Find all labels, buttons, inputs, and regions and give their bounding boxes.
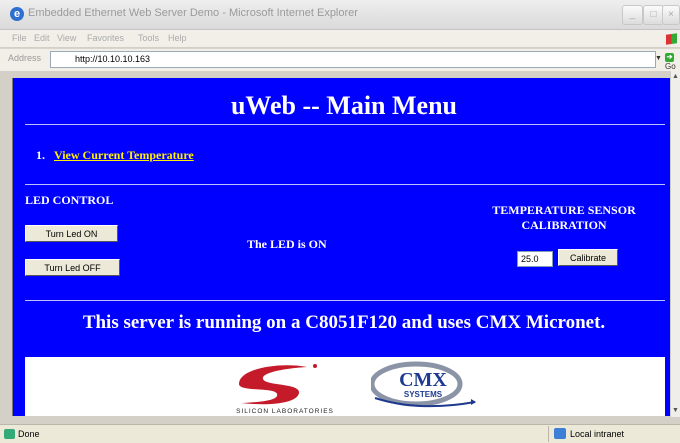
close-button[interactable]: × — [662, 5, 680, 25]
window-title: Embedded Ethernet Web Server Demo - Micr… — [28, 7, 358, 19]
address-input[interactable]: http://10.10.10.163 — [50, 51, 656, 68]
page-done-icon — [4, 429, 15, 439]
divider — [25, 300, 665, 301]
cmx-systems-logo: CMX SYSTEMS — [371, 361, 476, 408]
page-title: uWeb -- Main Menu — [230, 91, 458, 120]
menu-file[interactable]: File — [12, 33, 27, 43]
go-button[interactable]: ➔ Go — [665, 53, 680, 71]
page-content: uWeb -- Main Menu 1. View Current Temper… — [12, 78, 675, 416]
menu-help[interactable]: Help — [168, 33, 187, 43]
led-status: The LED is ON — [247, 237, 327, 251]
security-zone: Local intranet — [570, 429, 625, 439]
minimize-button[interactable]: _ — [622, 5, 643, 25]
status-separator — [548, 426, 549, 442]
address-label: Address — [8, 53, 42, 63]
turn-led-off-button[interactable]: Turn Led OFF — [25, 259, 120, 276]
turn-led-on-button[interactable]: Turn Led ON — [25, 225, 118, 242]
status-text: Done — [18, 429, 40, 439]
maximize-button[interactable]: □ — [643, 5, 664, 25]
local-intranet-icon — [554, 428, 566, 439]
menu-tools[interactable]: Tools — [138, 33, 159, 43]
windows-flag-icon — [662, 30, 680, 47]
cmx-logo-subtext: SYSTEMS — [404, 390, 443, 399]
menu-item-number: 1. — [36, 148, 45, 162]
menu-edit[interactable]: Edit — [34, 33, 50, 43]
logo-band: SILICON LABORATORIES CMX SYSTEMS — [25, 357, 665, 416]
address-dropdown-icon[interactable]: ▼ — [655, 52, 663, 66]
scroll-up-icon[interactable]: ▲ — [672, 73, 679, 80]
menu-bar: File Edit View Favorites Tools Help — [0, 30, 680, 47]
menu-view[interactable]: View — [57, 33, 76, 43]
menu-list-item: 1. View Current Temperature — [36, 148, 194, 163]
title-bar: e Embedded Ethernet Web Server Demo - Mi… — [0, 0, 680, 30]
status-bar: Done Local intranet — [0, 424, 680, 443]
scroll-down-icon[interactable]: ▼ — [672, 407, 679, 414]
temperature-calibration-line1: TEMPERATURE SENSOR — [492, 203, 636, 217]
led-control-title: LED CONTROL — [25, 193, 114, 207]
go-arrow-icon: ➔ — [665, 53, 674, 63]
vertical-scrollbar[interactable]: ▲ ▼ — [670, 71, 680, 417]
divider — [25, 124, 665, 125]
cmx-logo-text: CMX — [399, 369, 447, 391]
temperature-calibration-title: TEMPERATURE SENSOR CALIBRATION — [471, 203, 657, 233]
calibrate-button[interactable]: Calibrate — [558, 249, 618, 266]
silicon-labs-logo: SILICON LABORATORIES — [236, 364, 334, 415]
menu-favorites[interactable]: Favorites — [87, 33, 124, 43]
address-bar: Address http://10.10.10.163 ▼ ➔ Go — [0, 48, 680, 71]
address-url: http://10.10.10.163 — [75, 54, 151, 64]
server-info-text: This server is running on a C8051F120 an… — [82, 312, 606, 333]
temperature-calibration-line2: CALIBRATION — [521, 218, 607, 232]
internet-explorer-icon: e — [10, 7, 24, 21]
view-temperature-link[interactable]: View Current Temperature — [54, 148, 194, 162]
divider — [25, 184, 665, 185]
silicon-labs-logo-text: SILICON LABORATORIES — [236, 408, 334, 415]
calibration-input[interactable] — [517, 251, 553, 267]
